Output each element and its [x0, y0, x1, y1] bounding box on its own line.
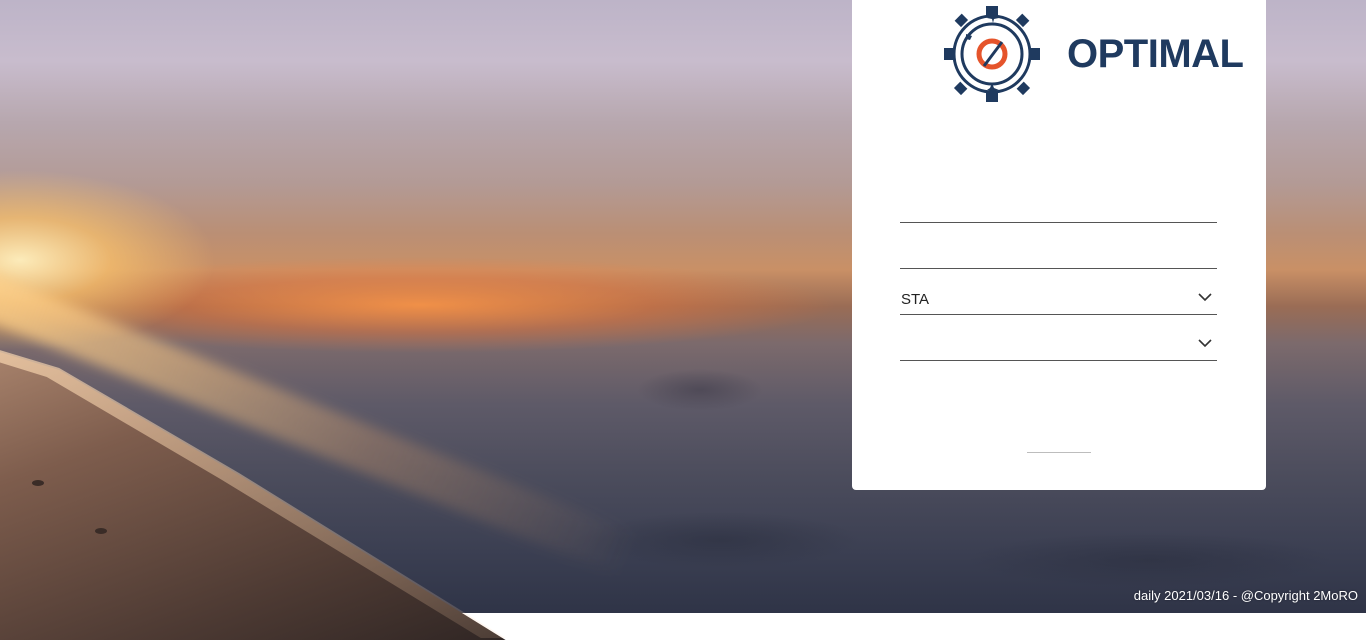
username-field[interactable] [900, 192, 1217, 223]
station-select[interactable]: STA [900, 284, 1217, 315]
wing-rivet [32, 480, 44, 486]
password-input[interactable] [900, 238, 1217, 268]
login-button[interactable] [1027, 452, 1091, 453]
login-card: OPTIMAL STA [852, 0, 1266, 490]
chevron-down-icon[interactable] [1197, 336, 1213, 350]
wing-rivet [95, 528, 107, 534]
username-input[interactable] [900, 192, 1217, 222]
footer-version-text: daily 2021/03/16 - @Copyright 2MoRO [1134, 588, 1358, 603]
station-select-value: STA [901, 291, 929, 308]
logo-text: OPTIMAL [1067, 34, 1243, 74]
chevron-down-icon[interactable] [1197, 290, 1213, 304]
secondary-select[interactable] [900, 330, 1217, 361]
password-field[interactable] [900, 238, 1217, 269]
logo: OPTIMAL [944, 4, 1156, 104]
